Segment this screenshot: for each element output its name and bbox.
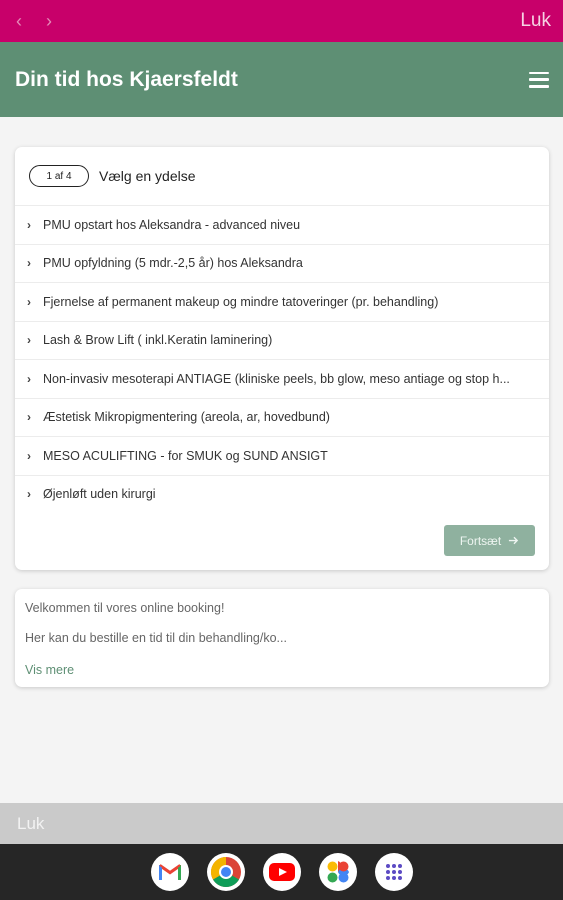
service-item[interactable]: › Lash & Brow Lift ( inkl.Keratin laminer… bbox=[15, 320, 549, 360]
app-title: Din tid hos Kjaersfeldt bbox=[15, 67, 238, 91]
youtube-icon[interactable] bbox=[262, 853, 301, 891]
chevron-right-icon: › bbox=[27, 371, 31, 386]
service-label: Øjenløft uden kirurgi bbox=[43, 487, 156, 502]
nav-arrows: ‹ › bbox=[8, 0, 60, 42]
arrow-right-icon bbox=[509, 536, 519, 545]
chevron-right-icon: › bbox=[27, 487, 31, 502]
service-label: MESO ACULIFTING - for SMUK og SUND ANSIG… bbox=[43, 448, 328, 463]
photos-icon[interactable] bbox=[318, 853, 357, 891]
back-arrow-icon[interactable]: ‹ bbox=[8, 0, 30, 42]
gmail-icon[interactable] bbox=[150, 853, 189, 891]
chevron-right-icon: › bbox=[27, 256, 31, 271]
chrome-icon[interactable] bbox=[206, 853, 245, 891]
service-label: Æstetisk Mikropigmentering (areola, ar, … bbox=[43, 410, 330, 425]
continue-label: Fortsæt bbox=[459, 533, 502, 548]
browser-top-bar: ‹ › Luk bbox=[0, 0, 563, 42]
welcome-text: Velkommen til vores online booking! bbox=[25, 601, 225, 615]
chevron-right-icon: › bbox=[27, 333, 31, 348]
chevron-right-icon: › bbox=[27, 294, 31, 309]
card-header: 1 af 4 Vælg en ydelse bbox=[15, 147, 549, 205]
app-drawer-icon[interactable] bbox=[374, 853, 413, 891]
bottom-close-button[interactable]: Luk bbox=[17, 814, 44, 834]
service-item[interactable]: › Øjenløft uden kirurgi bbox=[15, 474, 549, 514]
app-header: Din tid hos Kjaersfeldt bbox=[0, 42, 563, 117]
service-label: Lash & Brow Lift ( inkl.Keratin lamineri… bbox=[43, 333, 273, 348]
service-selection-card: 1 af 4 Vælg en ydelse › PMU opstart hos A… bbox=[15, 147, 549, 570]
hamburger-menu-icon[interactable] bbox=[529, 71, 549, 88]
service-item[interactable]: › Fjernelse af permanent makeup og mindre… bbox=[15, 282, 549, 321]
service-label: PMU opfyldning (5 mdr.-2,5 år) hos Aleks… bbox=[43, 256, 303, 271]
service-item[interactable]: › Non-invasiv mesoterapi ANTIAGE (klinisk… bbox=[15, 359, 549, 398]
service-item[interactable]: › Æstetisk Mikropigmentering (areola, ar,… bbox=[15, 397, 549, 437]
chevron-right-icon: › bbox=[27, 217, 31, 232]
read-more-link[interactable]: Vis mere bbox=[25, 663, 74, 677]
step-indicator: 1 af 4 bbox=[29, 165, 89, 187]
chevron-right-icon: › bbox=[27, 410, 31, 425]
service-item[interactable]: › MESO ACULIFTING - for SMUK og SUND ANSI… bbox=[15, 436, 549, 475]
app-dock bbox=[0, 844, 563, 900]
service-list: › PMU opstart hos Aleksandra - advanced n… bbox=[15, 205, 549, 513]
service-label: Fjernelse af permanent makeup og mindre … bbox=[43, 294, 439, 309]
service-item[interactable]: › PMU opfyldning (5 mdr.-2,5 år) hos Alek… bbox=[15, 243, 549, 283]
chevron-right-icon: › bbox=[27, 448, 31, 463]
welcome-card: Velkommen til vores online booking! Her … bbox=[15, 589, 549, 687]
continue-button[interactable]: Fortsæt bbox=[444, 525, 535, 556]
forward-arrow-icon[interactable]: › bbox=[38, 0, 60, 42]
step-heading: Vælg en ydelse bbox=[99, 168, 196, 184]
bottom-close-bar: Luk bbox=[0, 803, 563, 844]
service-label: Non-invasiv mesoterapi ANTIAGE (kliniske… bbox=[43, 371, 510, 386]
service-item[interactable]: › PMU opstart hos Aleksandra - advanced n… bbox=[15, 205, 549, 244]
top-close-button[interactable]: Luk bbox=[520, 10, 551, 32]
welcome-description: Her kan du bestille en tid til din behan… bbox=[25, 631, 287, 645]
service-label: PMU opstart hos Aleksandra - advanced ni… bbox=[43, 217, 301, 232]
